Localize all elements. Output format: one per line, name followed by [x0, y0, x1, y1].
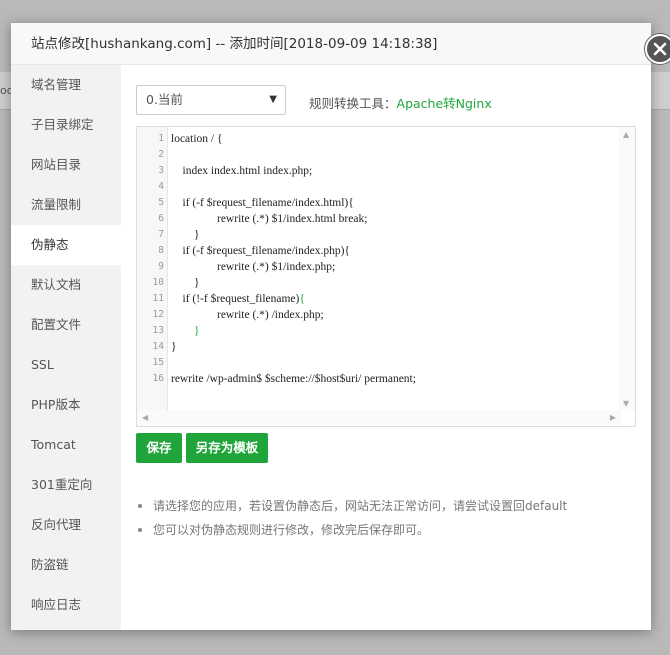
line-number: 1 [158, 133, 164, 144]
scroll-up-icon[interactable]: ▲ [623, 130, 629, 139]
rule-converter-label: 规则转换工具：Apache转Nginx [309, 93, 492, 112]
bullet-icon [138, 528, 142, 532]
close-icon [653, 42, 667, 56]
close-button[interactable] [645, 34, 670, 64]
code-line: rewrite /wp-admin$ $scheme://$host$uri/ … [171, 373, 416, 385]
line-number: 13 [152, 325, 164, 336]
code-line: } [194, 325, 200, 337]
apache-to-nginx-link[interactable]: Apache转Nginx [397, 96, 492, 111]
line-number: 11 [152, 293, 164, 304]
sidebar-item[interactable]: 伪静态 [11, 225, 121, 265]
code-line: location / { [171, 133, 223, 145]
sidebar-item[interactable]: 默认文档 [11, 265, 121, 305]
line-number: 7 [158, 229, 164, 240]
code-line: if (-f $request_filename/index.php){ [171, 245, 350, 257]
dialog-title: 站点修改[hushankang.com] -- 添加时间[2018-09-09 … [11, 23, 651, 65]
sidebar-item[interactable]: 子目录绑定 [11, 105, 121, 145]
sidebar-item[interactable]: 301重定向 [11, 465, 121, 505]
rule-converter-text: 规则转换工具： [309, 96, 397, 111]
bullet-icon [138, 504, 142, 508]
sidebar-item[interactable]: 域名管理 [11, 65, 121, 105]
code-line: } [171, 229, 200, 241]
sidebar-item[interactable]: 防盗链 [11, 545, 121, 585]
code-line: rewrite (.*) /index.php; [171, 309, 324, 321]
dialog-sidebar: 域名管理 子目录绑定 网站目录 流量限制 伪静态 默认文档 配置文件 SSL PHP版本 Tomc… [11, 65, 121, 630]
rewrite-template-select-value: 0.当前 [146, 92, 183, 107]
line-number-gutter: 1 2 3 4 5 6 7 8 9 10 11 12 13 14 15 16 [137, 127, 168, 411]
horizontal-scrollbar[interactable]: ◀ ▶ [137, 410, 621, 426]
sidebar-item[interactable]: 流量限制 [11, 185, 121, 225]
caret-down-icon: ▼ [269, 94, 277, 105]
code-line: if (-f $request_filename/index.html){ [171, 197, 354, 209]
site-edit-dialog: 站点修改[hushankang.com] -- 添加时间[2018-09-09 … [11, 23, 670, 630]
scroll-down-icon[interactable]: ▼ [623, 399, 629, 408]
line-number: 12 [152, 309, 164, 320]
sidebar-item[interactable]: Tomcat [11, 425, 121, 465]
sidebar-item[interactable]: SSL [11, 345, 121, 385]
line-number: 8 [158, 245, 164, 256]
tip-item: 请选择您的应用，若设置伪静态后，网站无法正常访问，请尝试设置回default [136, 497, 636, 515]
tip-text: 请选择您的应用，若设置伪静态后，网站无法正常访问，请尝试设置回default [153, 499, 568, 513]
code-line: index index.html index.php; [171, 165, 313, 177]
rewrite-code-editor[interactable]: 1 2 3 4 5 6 7 8 9 10 11 12 13 14 15 16 location / { ind… [136, 126, 636, 427]
code-line: rewrite (.*) $1/index.html break; [171, 213, 368, 225]
line-number: 2 [158, 149, 164, 160]
tip-item: 您可以对伪静态规则进行修改，修改完后保存即可。 [136, 521, 636, 539]
sidebar-item[interactable]: PHP版本 [11, 385, 121, 425]
scroll-right-icon[interactable]: ▶ [610, 413, 616, 422]
line-number: 4 [158, 181, 164, 192]
line-number: 15 [152, 357, 164, 368]
save-button[interactable]: 保存 [136, 433, 182, 463]
help-tips: 请选择您的应用，若设置伪静态后，网站无法正常访问，请尝试设置回default 您可… [136, 497, 636, 545]
rewrite-template-select[interactable]: 0.当前 ▼ [136, 85, 286, 115]
line-number: 3 [158, 165, 164, 176]
code-line: rewrite (.*) $1/index.php; [171, 261, 336, 273]
scroll-left-icon[interactable]: ◀ [142, 413, 148, 422]
line-number: 10 [152, 277, 164, 288]
line-number: 5 [158, 197, 164, 208]
tip-text: 您可以对伪静态规则进行修改，修改完后保存即可。 [153, 523, 430, 537]
rewrite-panel: 0.当前 ▼ 规则转换工具：Apache转Nginx 1 2 3 4 5 6 7 8 9 10 11… [121, 65, 651, 630]
sidebar-item[interactable]: 网站目录 [11, 145, 121, 185]
sidebar-item[interactable]: 响应日志 [11, 585, 121, 625]
line-number: 6 [158, 213, 164, 224]
sidebar-item[interactable]: 反向代理 [11, 505, 121, 545]
code-line: } [171, 277, 200, 289]
vertical-scrollbar[interactable]: ▲ ▼ [619, 127, 635, 411]
line-number: 9 [158, 261, 164, 272]
code-line: } [171, 341, 177, 353]
line-number: 14 [152, 341, 164, 352]
code-line: if (!-f $request_filename){ [171, 293, 305, 305]
save-as-template-button[interactable]: 另存为模板 [186, 433, 268, 463]
sidebar-item[interactable]: 配置文件 [11, 305, 121, 345]
line-number: 16 [152, 373, 164, 384]
